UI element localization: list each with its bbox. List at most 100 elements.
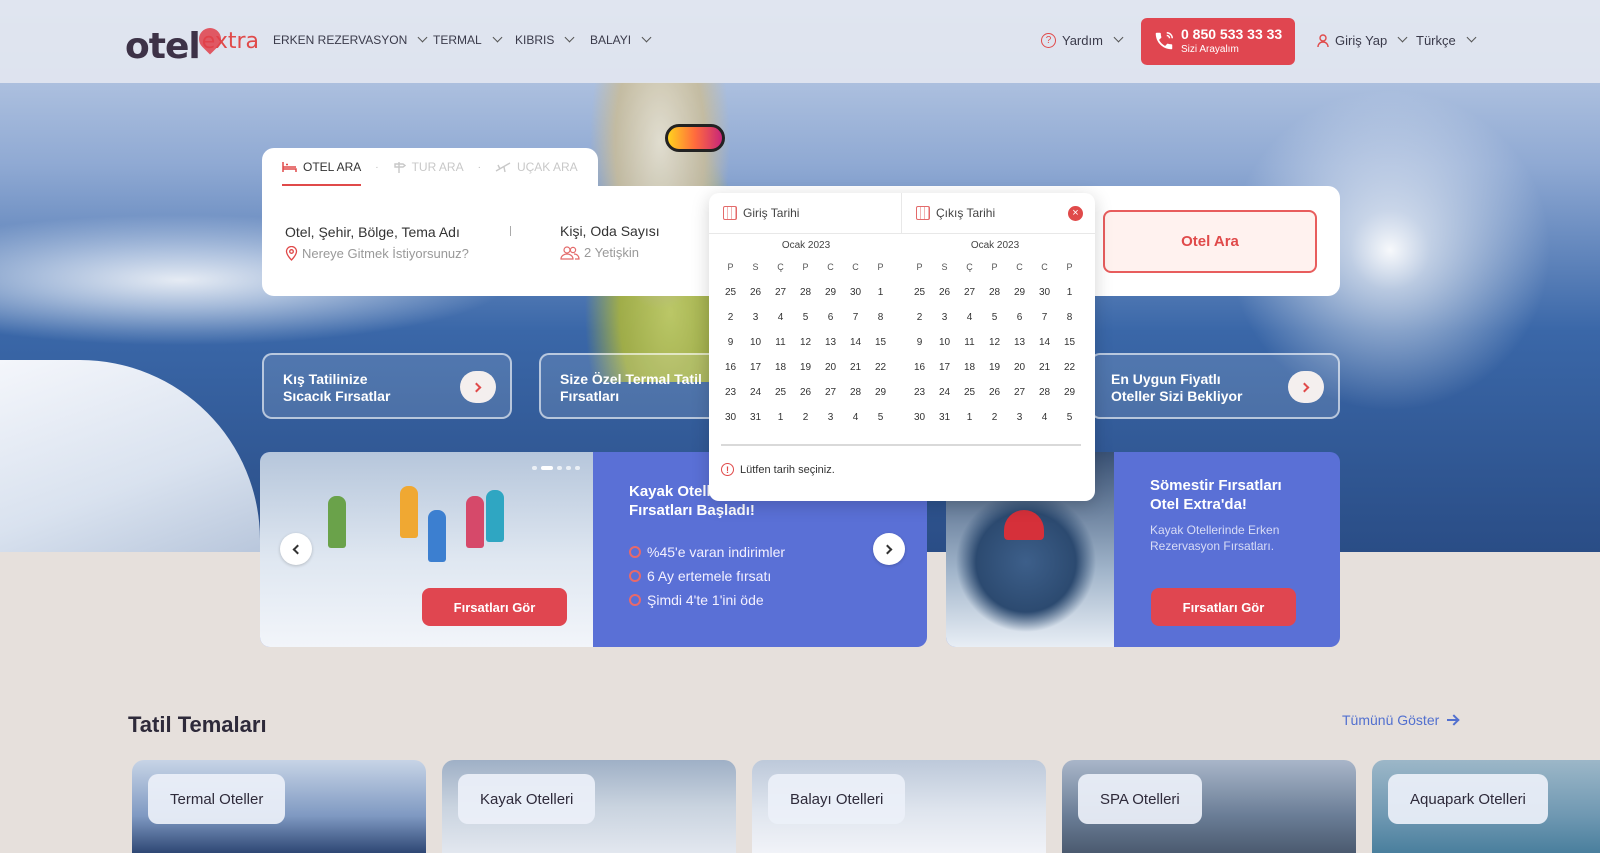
calendar-day[interactable]: 2 [718,305,743,330]
calendar-day[interactable]: 14 [1032,330,1057,355]
nav-balayi[interactable]: BALAYI [590,32,652,47]
calendar-day[interactable]: 10 [743,330,768,355]
calendar-day[interactable]: 11 [957,330,982,355]
calendar-day[interactable]: 30 [843,280,868,305]
otel-ara-button[interactable]: Otel Ara [1103,210,1317,273]
calendar-day[interactable]: 9 [907,330,932,355]
calendar-day[interactable]: 13 [1007,330,1032,355]
tab-tur-ara[interactable]: TUR ARA [393,148,464,186]
calendar-day[interactable]: 29 [1007,280,1032,305]
calendar-day[interactable]: 28 [843,380,868,405]
calendar-day[interactable]: 5 [1057,405,1082,430]
chevron-right-icon[interactable] [1288,371,1324,403]
theme-card-termal[interactable]: Termal Oteller [132,760,426,853]
calendar-day[interactable]: 5 [793,305,818,330]
calendar-day[interactable]: 22 [868,355,893,380]
calendar-day[interactable]: 4 [843,405,868,430]
calendar-day[interactable]: 15 [1057,330,1082,355]
calendar-day[interactable]: 6 [818,305,843,330]
calendar-day[interactable]: 4 [1032,405,1057,430]
help-menu[interactable]: ? Yardım [1041,32,1124,48]
calendar-day[interactable]: 29 [818,280,843,305]
calendar-day[interactable]: 12 [982,330,1007,355]
calendar-day[interactable]: 18 [957,355,982,380]
calendar-day[interactable]: 16 [907,355,932,380]
calendar-day[interactable]: 3 [818,405,843,430]
calendar-day[interactable]: 22 [1057,355,1082,380]
theme-card-balayi[interactable]: Balayı Otelleri [752,760,1046,853]
calendar-day[interactable]: 18 [768,355,793,380]
calendar-day[interactable]: 26 [932,280,957,305]
carousel-prev-button[interactable] [280,533,312,565]
calendar-day[interactable]: 27 [768,280,793,305]
calendar-day[interactable]: 19 [793,355,818,380]
carousel-dot[interactable] [575,466,580,470]
calendar-day[interactable]: 3 [743,305,768,330]
firsatlari-gor-button[interactable]: Fırsatları Gör [1151,588,1296,626]
calendar-day[interactable]: 7 [843,305,868,330]
calendar-day[interactable]: 1 [1057,280,1082,305]
login-menu[interactable]: Giriş Yap [1317,32,1408,48]
calendar-day[interactable]: 2 [793,405,818,430]
calendar-day[interactable]: 4 [957,305,982,330]
calendar-day[interactable]: 27 [1007,380,1032,405]
calendar-day[interactable]: 25 [768,380,793,405]
destination-input[interactable]: Nereye Gitmek İstiyorsunuz? [285,246,469,261]
calendar-day[interactable]: 24 [743,380,768,405]
carousel-dot[interactable] [566,466,571,470]
nav-erken-rezervasyon[interactable]: ERKEN REZERVASYON [273,32,428,47]
calendar-day[interactable]: 31 [743,405,768,430]
calendar-day[interactable]: 1 [957,405,982,430]
logo[interactable]: otel extra [125,23,259,67]
calendar-day[interactable]: 27 [957,280,982,305]
calendar-day[interactable]: 28 [982,280,1007,305]
checkout-field[interactable]: Çıkış Tarihi [916,206,995,220]
guests-selector[interactable]: 2 Yetişkin [560,245,639,260]
calendar-day[interactable]: 2 [982,405,1007,430]
calendar-day[interactable]: 17 [932,355,957,380]
calendar-day[interactable]: 31 [932,405,957,430]
calendar-day[interactable]: 30 [907,405,932,430]
calendar-day[interactable]: 26 [743,280,768,305]
firsatlari-gor-button[interactable]: Fırsatları Gör [422,588,567,626]
calendar-day[interactable]: 8 [868,305,893,330]
calendar-day[interactable]: 7 [1032,305,1057,330]
calendar-day[interactable]: 10 [932,330,957,355]
nav-termal[interactable]: TERMAL [433,32,503,47]
calendar-day[interactable]: 24 [932,380,957,405]
checkin-field[interactable]: Giriş Tarihi [723,206,799,220]
chevron-right-icon[interactable] [460,371,496,403]
calendar-day[interactable]: 3 [932,305,957,330]
calendar-day[interactable]: 25 [718,280,743,305]
calendar-day[interactable]: 13 [818,330,843,355]
calendar-day[interactable]: 26 [982,380,1007,405]
nav-kibris[interactable]: KIBRIS [515,32,575,47]
calendar-day[interactable]: 8 [1057,305,1082,330]
calendar-day[interactable]: 16 [718,355,743,380]
calendar-day[interactable]: 2 [907,305,932,330]
calendar-day[interactable]: 25 [957,380,982,405]
calendar-day[interactable]: 27 [818,380,843,405]
calendar-day[interactable]: 1 [868,280,893,305]
calendar-day[interactable]: 23 [718,380,743,405]
calendar-day[interactable]: 5 [982,305,1007,330]
calendar-day[interactable]: 14 [843,330,868,355]
calendar-day[interactable]: 28 [793,280,818,305]
calendar-day[interactable]: 6 [1007,305,1032,330]
carousel-dot[interactable] [541,466,553,470]
calendar-day[interactable]: 9 [718,330,743,355]
calendar-day[interactable]: 3 [1007,405,1032,430]
calendar-day[interactable]: 19 [982,355,1007,380]
calendar-day[interactable]: 21 [843,355,868,380]
tab-otel-ara[interactable]: OTEL ARA [282,148,362,186]
theme-card-spa[interactable]: SPA Otelleri [1062,760,1356,853]
call-us-button[interactable]: 0 850 533 33 33 Sizi Arayalım [1141,18,1295,65]
carousel-dot[interactable] [532,466,537,470]
calendar-day[interactable]: 17 [743,355,768,380]
calendar-day[interactable]: 25 [907,280,932,305]
calendar-day[interactable]: 11 [768,330,793,355]
calendar-day[interactable]: 4 [768,305,793,330]
calendar-day[interactable]: 28 [1032,380,1057,405]
see-all-link[interactable]: Tümünü Göster [1342,712,1458,728]
calendar-day[interactable]: 29 [868,380,893,405]
